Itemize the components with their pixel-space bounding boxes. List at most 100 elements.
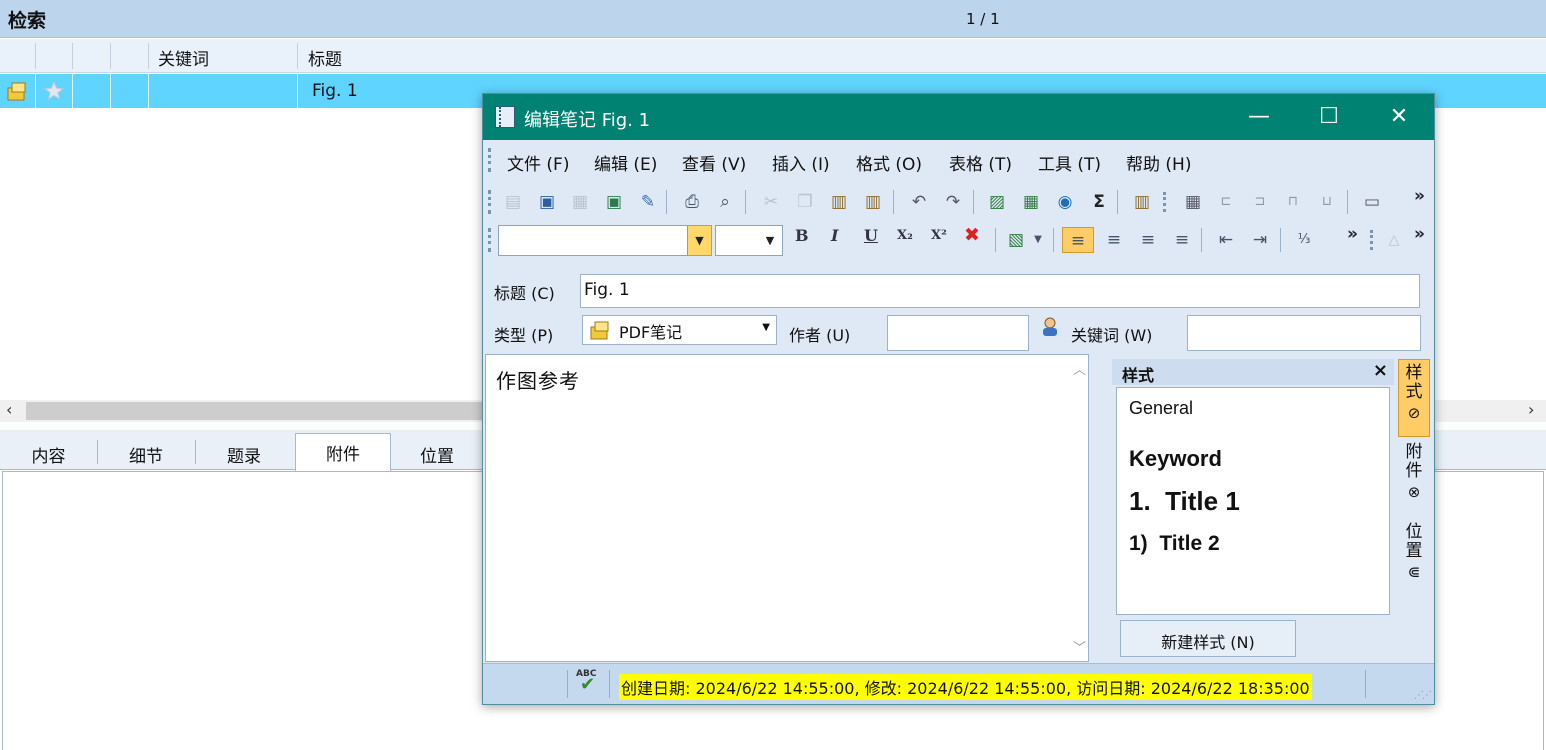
close-button[interactable]: ✕ [1364, 94, 1434, 140]
styles-list: General Keyword 1. Title 1 1) Title 2 [1116, 387, 1390, 615]
paste-special-icon[interactable]: ▥ [860, 189, 886, 215]
note-folder-icon [7, 82, 26, 101]
menu-view[interactable]: 查看 (V) [682, 150, 746, 175]
print-icon[interactable]: ⎙ [679, 189, 705, 215]
copy-disabled-icon[interactable]: ▦ [567, 189, 593, 215]
pin-icon[interactable]: ✎ [635, 189, 661, 215]
align-left-icon[interactable]: ≡ [1062, 227, 1094, 253]
menu-tools[interactable]: 工具 (T) [1038, 150, 1101, 175]
title-field[interactable]: Fig. 1 [580, 274, 1420, 308]
menu-insert[interactable]: 插入 (I) [772, 150, 830, 175]
table-properties-icon[interactable]: ▭ [1359, 189, 1385, 215]
author-field[interactable] [887, 315, 1029, 351]
italic-button[interactable]: I [831, 226, 838, 245]
highlight-color-icon[interactable]: ▧ [1003, 227, 1029, 253]
insert-image-icon[interactable]: ▨ [984, 189, 1010, 215]
indent-decrease-icon[interactable]: ⇤ [1213, 227, 1239, 253]
table-grid-icon[interactable]: ▦ [1180, 189, 1206, 215]
paste-disabled-icon[interactable]: ▤ [500, 189, 526, 215]
underline-button[interactable]: U [864, 226, 878, 245]
menu-help[interactable]: 帮助 (H) [1126, 150, 1191, 175]
type-select[interactable]: PDF笔记 ▼ [582, 315, 777, 345]
style-item-title-1[interactable]: 1. Title 1 [1129, 486, 1240, 517]
toolbar-overflow-icon[interactable]: » [1414, 224, 1425, 244]
scroll-down-icon[interactable]: ﹀ [1073, 637, 1086, 656]
subscript-button[interactable]: X₂ [897, 228, 913, 243]
tab-location[interactable]: 位置 [391, 436, 483, 470]
menu-edit[interactable]: 编辑 (E) [594, 150, 657, 175]
style-item-keyword[interactable]: Keyword [1129, 446, 1222, 472]
dialog-titlebar[interactable]: 编辑笔记 Fig. 1 — ☐ ✕ [483, 94, 1434, 140]
side-tab-attachments[interactable]: 附件 ⊗ [1398, 443, 1430, 513]
minimize-button[interactable]: — [1224, 94, 1294, 140]
location-icon: ⋐ [1407, 563, 1421, 581]
close-icon[interactable]: × [1373, 360, 1388, 381]
editor-scrollbar[interactable]: ︿ ﹀ [1070, 355, 1088, 661]
note-editor[interactable]: 作图参考 ︿ ﹀ [485, 354, 1089, 662]
scroll-left-icon[interactable]: ‹ [6, 400, 12, 419]
chevron-down-icon[interactable]: ▼ [762, 322, 770, 333]
notebook-icon [495, 106, 515, 128]
page-title: 检索 [8, 10, 47, 32]
copy-icon[interactable]: ❐ [792, 189, 818, 215]
keywords-field[interactable] [1187, 315, 1421, 351]
tab-content[interactable]: 内容 [0, 436, 97, 470]
paste-word-icon[interactable]: ▥ [1129, 189, 1155, 215]
redo-icon[interactable]: ↷ [940, 189, 966, 215]
chevron-down-icon[interactable]: ▼ [758, 226, 782, 255]
column-title[interactable]: 标题 [308, 45, 342, 70]
tab-bibliography[interactable]: 题录 [195, 436, 293, 470]
align-center-icon[interactable]: ≡ [1101, 227, 1127, 253]
insert-column-right-icon[interactable]: ⊐ [1247, 189, 1273, 215]
insert-row-above-icon[interactable]: ⊓ [1280, 189, 1306, 215]
insert-row-below-icon[interactable]: ⊔ [1314, 189, 1340, 215]
paste-icon[interactable]: ▥ [826, 189, 852, 215]
insert-column-left-icon[interactable]: ⊏ [1213, 189, 1239, 215]
resize-grip-icon[interactable]: ⋰⋰ [1414, 690, 1432, 701]
collapse-ribbon-icon[interactable]: △ [1381, 227, 1407, 253]
cut-icon[interactable]: ✂ [758, 189, 784, 215]
chevron-down-icon[interactable]: ▼ [1031, 227, 1045, 253]
justify-icon[interactable]: ≡ [1169, 227, 1195, 253]
menu-file[interactable]: 文件 (F) [507, 150, 569, 175]
bold-button[interactable]: B [795, 226, 809, 245]
styles-icon: ⊘ [1407, 404, 1421, 422]
side-tab-attachments-label: 附件 [1405, 442, 1423, 481]
print-preview-icon[interactable]: ⌕ [712, 189, 738, 215]
clear-format-button[interactable]: ✖ [964, 224, 980, 246]
tab-attachments[interactable]: 附件 [295, 433, 391, 471]
person-icon[interactable] [1041, 316, 1059, 338]
maximize-button[interactable]: ☐ [1294, 94, 1364, 140]
font-size-combo[interactable]: ▼ [715, 225, 783, 256]
align-right-icon[interactable]: ≡ [1135, 227, 1161, 253]
spell-check-icon[interactable]: ✔ [580, 674, 595, 695]
menu-format[interactable]: 格式 (O) [856, 150, 922, 175]
style-combo[interactable]: ▼ [498, 225, 712, 256]
insert-link-icon[interactable]: ◉ [1052, 189, 1078, 215]
star-icon[interactable] [44, 81, 64, 101]
scroll-up-icon[interactable]: ︿ [1073, 359, 1086, 378]
save-icon[interactable]: ▣ [534, 189, 560, 215]
chevron-down-icon[interactable]: ▼ [687, 226, 711, 255]
style-item-general[interactable]: General [1129, 398, 1193, 419]
status-bar: ABC ✔ 创建日期: 2024/6/22 14:55:00, 修改: 2024… [483, 663, 1434, 704]
save-as-icon[interactable]: ▣ [601, 189, 627, 215]
scroll-thumb[interactable] [26, 402, 496, 420]
toolbar-overflow-icon[interactable]: » [1414, 186, 1425, 206]
side-tab-styles[interactable]: 样式 ⊘ [1398, 359, 1430, 437]
indent-increase-icon[interactable]: ⇥ [1247, 227, 1273, 253]
toolbar-overflow-icon[interactable]: » [1347, 224, 1358, 244]
style-item-title-2[interactable]: 1) Title 2 [1129, 532, 1220, 556]
tab-details[interactable]: 细节 [97, 436, 195, 470]
undo-icon[interactable]: ↶ [906, 189, 932, 215]
superscript-button[interactable]: X² [931, 228, 947, 243]
editor-text: 作图参考 [496, 369, 580, 393]
sum-icon[interactable]: Σ [1086, 189, 1112, 215]
scroll-right-icon[interactable]: › [1528, 400, 1534, 419]
side-tab-location[interactable]: 位置 ⋐ [1398, 523, 1430, 593]
new-style-button[interactable]: 新建样式 (N) [1120, 620, 1296, 657]
insert-table-icon[interactable]: ▦ [1018, 189, 1044, 215]
column-keywords[interactable]: 关键词 [158, 45, 209, 70]
numbered-list-icon[interactable]: ⅓ [1291, 227, 1317, 253]
menu-table[interactable]: 表格 (T) [949, 150, 1012, 175]
